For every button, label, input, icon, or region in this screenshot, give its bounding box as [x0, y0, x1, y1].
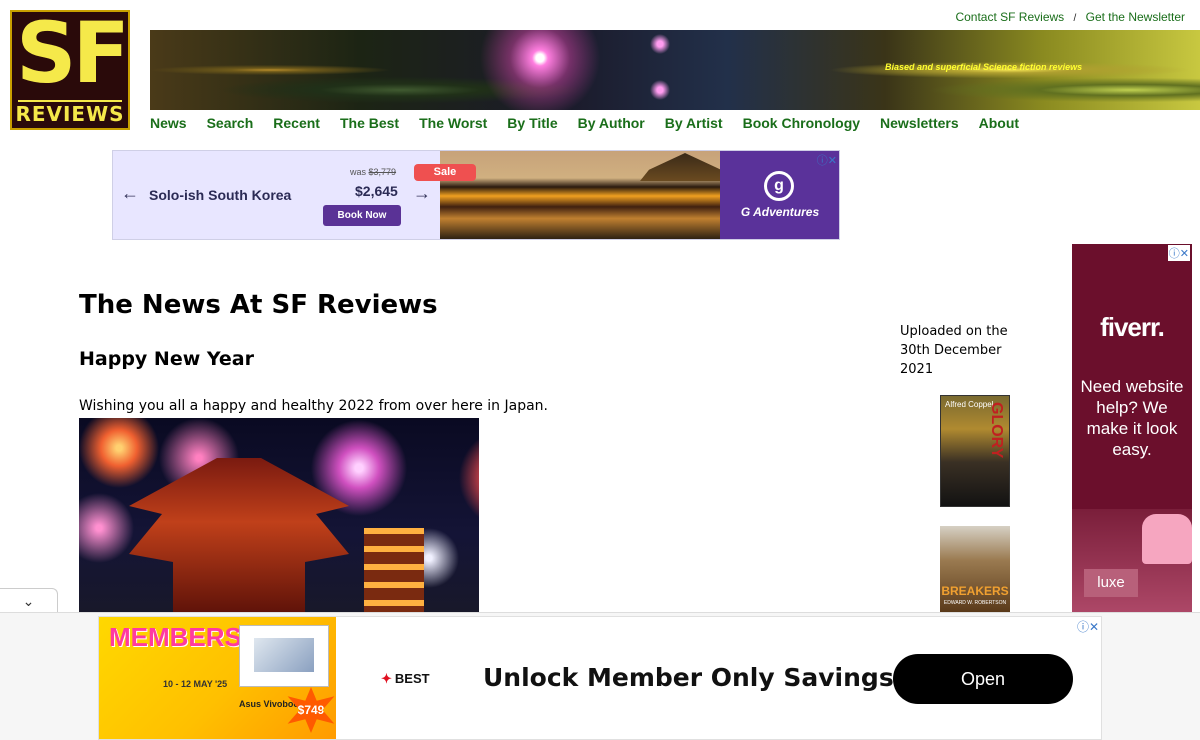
- top-links: Contact SF Reviews / Get the Newsletter: [955, 10, 1185, 24]
- nav-recent[interactable]: Recent: [273, 115, 320, 131]
- upload-date: Uploaded on the 30th December 2021: [900, 324, 1008, 377]
- book2-title: BREAKERS: [941, 584, 1009, 598]
- bottom-ad-close-icon[interactable]: ⓘ✕: [1077, 618, 1099, 635]
- side-ad-close-icon[interactable]: ⓘ✕: [1167, 245, 1190, 261]
- ad-photo-pavilion: [440, 151, 730, 239]
- luxe-label: luxe: [1084, 569, 1138, 597]
- book-cover-breakers[interactable]: BREAKERS EDWARD W. ROBERTSON: [940, 526, 1010, 612]
- fireworks-temple-photo: [79, 418, 479, 612]
- temple-shape: [129, 458, 349, 612]
- site-logo[interactable]: SF REVIEWS: [10, 10, 130, 130]
- side-ad-message: Need website help? We make it look easy.: [1080, 377, 1184, 459]
- top-banner-ad[interactable]: ← Solo-ish South Korea was $3,779 $2,645…: [112, 150, 840, 240]
- ad-trip-title: Solo-ish South Korea: [149, 187, 292, 203]
- fiverr-logo: fiverr.: [1100, 312, 1165, 342]
- best-logo-icon: ✦: [381, 671, 392, 686]
- laptop-screen: [254, 638, 314, 672]
- open-button[interactable]: Open: [893, 654, 1073, 704]
- sale-dates: 10 - 12 MAY '25: [163, 679, 228, 689]
- page-title: The News At SF Reviews: [79, 290, 438, 320]
- best-brand-text: BEST: [394, 671, 430, 686]
- laptop-image: [239, 625, 329, 687]
- logo-sf-text: SF: [16, 10, 128, 102]
- bottom-ad[interactable]: MEMBERS SALE 10 - 12 MAY '25 Asus Vivobo…: [98, 616, 1102, 740]
- promo-graphic: MEMBERS SALE 10 - 12 MAY '25 Asus Vivobo…: [99, 617, 336, 739]
- sale-badge: Sale: [414, 164, 476, 181]
- nav-search[interactable]: Search: [207, 115, 254, 131]
- nav-by-title[interactable]: By Title: [507, 115, 557, 131]
- price-star-badge: $749: [287, 687, 335, 733]
- nav-by-author[interactable]: By Author: [578, 115, 645, 131]
- arrow-left-icon[interactable]: ←: [121, 183, 139, 204]
- book-cover-glory[interactable]: Alfred Coppel GLORY: [940, 395, 1010, 507]
- post-text: Wishing you all a happy and healthy 2022…: [79, 398, 548, 414]
- pavilion-roof: [640, 153, 730, 181]
- was-price-value: $3,779: [368, 167, 397, 177]
- side-ad[interactable]: ⓘ✕ fiverr. Need website help? We make it…: [1072, 244, 1192, 614]
- book1-title: GLORY: [988, 402, 1005, 459]
- newsletter-link[interactable]: Get the Newsletter: [1086, 10, 1185, 24]
- ad-close-icon[interactable]: ⓘ✕: [817, 152, 837, 168]
- ad-was-price: was $3,779: [350, 167, 396, 177]
- logo-reviews-text: REVIEWS: [14, 102, 126, 126]
- chair-image: [1142, 514, 1192, 564]
- link-separator: /: [1073, 13, 1077, 24]
- brand-name: G Adventures: [740, 205, 820, 219]
- ad-price: $2,645: [355, 183, 398, 199]
- nav-by-artist[interactable]: By Artist: [665, 115, 723, 131]
- post-title: Happy New Year: [79, 348, 254, 370]
- contact-link[interactable]: Contact SF Reviews: [955, 10, 1064, 24]
- g-logo-icon: g: [764, 171, 794, 201]
- book-now-button[interactable]: Book Now: [323, 205, 401, 226]
- pagoda-shape: [364, 528, 424, 612]
- ad-headline: Unlock Member Only Savings: [483, 663, 894, 692]
- nav-book-chronology[interactable]: Book Chronology: [743, 115, 860, 131]
- nav-about[interactable]: About: [979, 115, 1019, 131]
- collapse-ad-button[interactable]: ⌄: [0, 588, 58, 612]
- banner-tagline: Biased and superficial Science fiction r…: [885, 62, 1083, 72]
- nav-news[interactable]: News: [150, 115, 187, 131]
- book2-author: EDWARD W. ROBERTSON: [943, 600, 1007, 606]
- best-logo: ✦ BEST: [381, 671, 430, 687]
- nav-the-worst[interactable]: The Worst: [419, 115, 487, 131]
- main-nav: News Search Recent The Best The Worst By…: [150, 115, 1039, 131]
- nav-the-best[interactable]: The Best: [340, 115, 399, 131]
- header-banner: Biased and superficial Science fiction r…: [150, 30, 1200, 110]
- was-label: was: [350, 167, 367, 177]
- nav-newsletters[interactable]: Newsletters: [880, 115, 959, 131]
- arrow-right-icon[interactable]: →: [413, 183, 431, 204]
